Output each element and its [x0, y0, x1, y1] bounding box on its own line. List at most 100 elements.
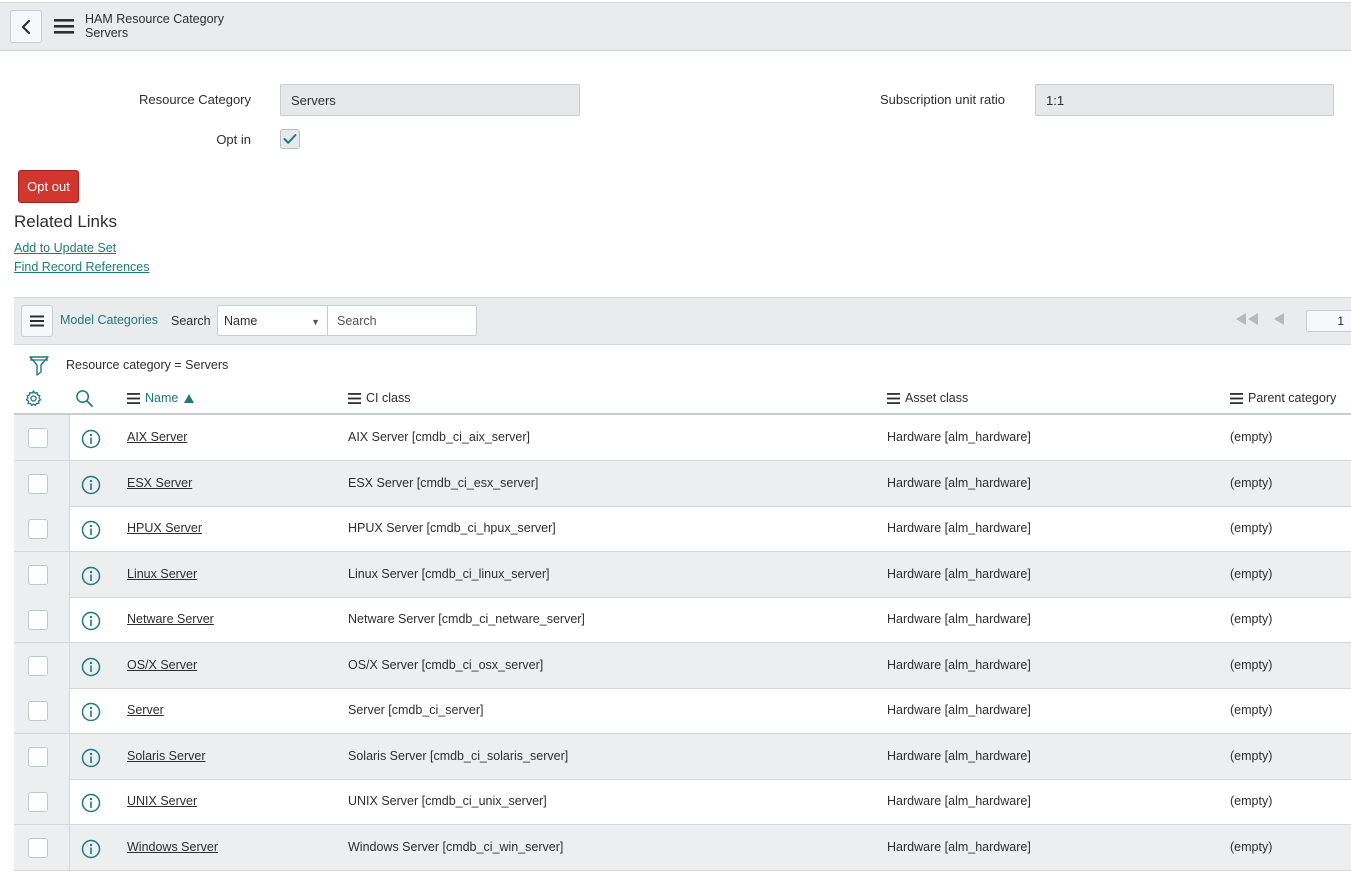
- hamburger-menu-icon[interactable]: [53, 17, 75, 35]
- row-name-link[interactable]: Linux Server: [127, 567, 197, 581]
- column-label-asset-class: Asset class: [905, 391, 969, 405]
- row-checkbox[interactable]: [28, 428, 48, 448]
- row-parent-category: (empty): [1230, 840, 1273, 854]
- form-header: HAM Resource Category Servers: [0, 2, 1351, 51]
- info-icon[interactable]: [81, 566, 101, 586]
- column-menu-icon[interactable]: [1230, 392, 1243, 404]
- row-name-link[interactable]: HPUX Server: [127, 521, 202, 535]
- list-title[interactable]: Model Categories: [60, 313, 158, 327]
- row-parent-category: (empty): [1230, 703, 1273, 717]
- table-row: Linux Server Linux Server [cmdb_ci_linux…: [14, 552, 1351, 598]
- column-menu-icon[interactable]: [348, 392, 361, 404]
- opt-out-button[interactable]: Opt out: [18, 170, 79, 203]
- info-icon[interactable]: [81, 793, 101, 813]
- row-select-cell: [14, 506, 70, 551]
- row-name-link[interactable]: UNIX Server: [127, 794, 197, 808]
- hamburger-menu-icon: [30, 315, 44, 327]
- resource-category-label: Resource Category: [139, 92, 251, 107]
- row-checkbox[interactable]: [28, 656, 48, 676]
- find-record-references-link[interactable]: Find Record References: [14, 260, 149, 274]
- header-title: HAM Resource Category: [85, 12, 224, 26]
- table-row: OS/X Server OS/X Server [cmdb_ci_osx_ser…: [14, 643, 1351, 689]
- related-links-title: Related Links: [14, 212, 118, 231]
- filter-icon[interactable]: [29, 355, 49, 377]
- row-select-cell: [14, 461, 70, 506]
- row-name-link[interactable]: OS/X Server: [127, 658, 197, 672]
- table-row: AIX Server AIX Server [cmdb_ci_aix_serve…: [14, 415, 1351, 461]
- row-select-cell: [14, 779, 70, 824]
- row-parent-category: (empty): [1230, 430, 1273, 444]
- row-name-link[interactable]: AIX Server: [127, 430, 187, 444]
- opt-in-checkbox: [280, 129, 300, 149]
- table-row: HPUX Server HPUX Server [cmdb_ci_hpux_se…: [14, 506, 1351, 552]
- filter-breadcrumb[interactable]: Resource category = Servers: [66, 358, 228, 372]
- column-menu-icon[interactable]: [887, 392, 900, 404]
- row-checkbox[interactable]: [28, 747, 48, 767]
- column-header-ci-class[interactable]: CI class: [348, 390, 410, 406]
- row-ci-class: AIX Server [cmdb_ci_aix_server]: [348, 430, 531, 444]
- search-field-select[interactable]: Name ▼: [217, 305, 328, 336]
- row-checkbox[interactable]: [28, 565, 48, 585]
- row-checkbox[interactable]: [28, 519, 48, 539]
- table-row: Windows Server Windows Server [cmdb_ci_w…: [14, 825, 1351, 871]
- column-label-ci-class: CI class: [366, 391, 411, 405]
- row-name-link[interactable]: Server: [127, 703, 164, 717]
- search-label: Search: [171, 314, 211, 328]
- subscription-ratio-field: 1:1: [1035, 84, 1334, 116]
- resource-category-field: Servers: [280, 84, 580, 116]
- gear-icon[interactable]: [24, 389, 43, 408]
- row-select-cell: [14, 597, 70, 642]
- back-button[interactable]: [10, 10, 42, 43]
- row-asset-class: Hardware [alm_hardware]: [887, 567, 1031, 581]
- row-asset-class: Hardware [alm_hardware]: [887, 612, 1031, 626]
- page-number-input[interactable]: 1: [1306, 310, 1351, 332]
- row-checkbox[interactable]: [28, 792, 48, 812]
- row-checkbox[interactable]: [28, 474, 48, 494]
- row-parent-category: (empty): [1230, 567, 1273, 581]
- row-select-cell: [14, 825, 70, 870]
- table-row: UNIX Server UNIX Server [cmdb_ci_unix_se…: [14, 779, 1351, 825]
- column-label-name: Name: [145, 391, 179, 405]
- row-asset-class: Hardware [alm_hardware]: [887, 703, 1031, 717]
- row-parent-category: (empty): [1230, 476, 1273, 490]
- table-row: Netware Server Netware Server [cmdb_ci_n…: [14, 597, 1351, 643]
- row-name-link[interactable]: Solaris Server: [127, 749, 206, 763]
- info-icon[interactable]: [81, 702, 101, 722]
- row-name-link[interactable]: ESX Server: [127, 476, 192, 490]
- row-name-link[interactable]: Windows Server: [127, 840, 218, 854]
- row-select-cell: [14, 734, 70, 779]
- info-icon[interactable]: [81, 657, 101, 677]
- row-ci-class: OS/X Server [cmdb_ci_osx_server]: [348, 658, 544, 672]
- info-icon[interactable]: [81, 839, 101, 859]
- add-to-update-set-link[interactable]: Add to Update Set: [14, 241, 116, 255]
- search-input[interactable]: [327, 305, 477, 336]
- column-header-name[interactable]: Name: [127, 390, 195, 406]
- row-asset-class: Hardware [alm_hardware]: [887, 476, 1031, 490]
- previous-page-icon[interactable]: [1273, 312, 1285, 326]
- checkmark-icon: [283, 134, 297, 144]
- row-asset-class: Hardware [alm_hardware]: [887, 749, 1031, 763]
- row-ci-class: Server [cmdb_ci_server]: [348, 703, 484, 717]
- info-icon[interactable]: [81, 748, 101, 768]
- info-icon[interactable]: [81, 520, 101, 540]
- row-checkbox[interactable]: [28, 838, 48, 858]
- row-select-cell: [14, 643, 70, 688]
- header-subtitle: Servers: [85, 26, 129, 40]
- row-asset-class: Hardware [alm_hardware]: [887, 794, 1031, 808]
- first-page-icon[interactable]: [1235, 312, 1259, 326]
- info-icon[interactable]: [81, 611, 101, 631]
- column-header-parent-category[interactable]: Parent category: [1230, 390, 1336, 406]
- row-ci-class: ESX Server [cmdb_ci_esx_server]: [348, 476, 539, 490]
- info-icon[interactable]: [81, 429, 101, 449]
- table-row: ESX Server ESX Server [cmdb_ci_esx_serve…: [14, 461, 1351, 507]
- row-name-link[interactable]: Netware Server: [127, 612, 214, 626]
- row-checkbox[interactable]: [28, 610, 48, 630]
- search-icon[interactable]: [75, 389, 94, 408]
- list-menu-button[interactable]: [21, 305, 53, 337]
- column-menu-icon[interactable]: [127, 392, 140, 404]
- opt-in-label: Opt in: [216, 132, 251, 147]
- info-icon[interactable]: [81, 475, 101, 495]
- row-checkbox[interactable]: [28, 701, 48, 721]
- column-header-asset-class[interactable]: Asset class: [887, 390, 968, 406]
- subscription-ratio-label: Subscription unit ratio: [879, 92, 1005, 107]
